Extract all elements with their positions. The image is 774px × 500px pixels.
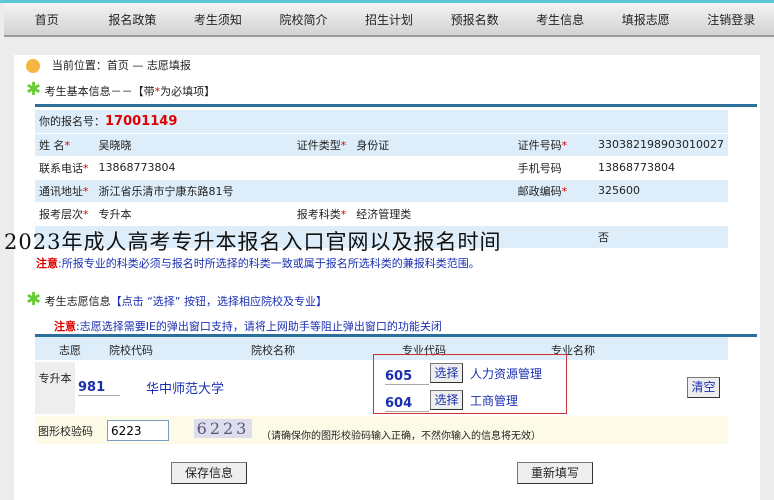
arrow-bullet-icon	[26, 58, 40, 73]
clear-button[interactable]: 清空	[687, 377, 720, 398]
school-code: 981	[78, 380, 120, 396]
reg-number: 你的报名号：17001149	[35, 110, 728, 134]
field-label: 报考科类*	[292, 202, 353, 226]
nav-item[interactable]: 考生信息	[517, 3, 603, 35]
overlay-title: 2023年成人高考专升本报名入口官网以及报名时间	[4, 230, 502, 254]
field-value: 吴晓晓	[94, 133, 293, 157]
nav-item[interactable]: 注销登录	[689, 3, 774, 35]
field-label: 证件号码*	[513, 133, 594, 157]
basic-info-title: ✱ 考生基本信息－－【带*为必填项】	[26, 79, 216, 100]
major-name-1: 人力资源管理	[470, 367, 543, 381]
note-popup: 注意:志愿选择需要IE的弹出窗口支持，请将上网助手等阻止弹出窗口的功能关闭	[54, 320, 442, 333]
field-label: 联系电话*	[35, 156, 95, 180]
field-value	[352, 156, 514, 180]
major-code-2: 604	[385, 396, 429, 412]
nav-item[interactable]: 考生须知	[175, 3, 261, 35]
note-subject: 注意:所报专业的科类必须与报名时所选择的科类一致或属于报名所选科类的兼报科类范围…	[36, 257, 480, 270]
field-value: 330382198903010027	[593, 133, 728, 157]
info-row: 通讯地址* 浙江省乐清市宁康东路81号 邮政编码* 325600	[35, 179, 728, 203]
field-label	[513, 202, 594, 226]
captcha-image[interactable]: 6223	[194, 419, 252, 438]
field-value: 13868773804	[94, 156, 293, 180]
choose-button-2[interactable]: 选择	[430, 390, 463, 410]
field-value: 经济管理类	[352, 202, 514, 226]
captcha-label: 图形校验码	[38, 425, 93, 438]
field-value: 浙江省乐清市宁康东路81号	[94, 179, 293, 203]
field-label: 手机号码	[513, 156, 594, 180]
field-label: 证件类型*	[292, 133, 353, 157]
major-code-1: 605	[385, 369, 429, 385]
field-label: 通讯地址*	[35, 179, 95, 203]
save-button[interactable]: 保存信息	[171, 462, 247, 484]
nav-item[interactable]: 招生计划	[346, 3, 432, 35]
field-label: 邮政编码*	[513, 179, 594, 203]
level-cell: 专升本	[35, 362, 75, 414]
wish-title: ✱ 考生志愿信息【点击 “选择” 按钮，选择相应院校及专业】	[26, 289, 327, 310]
nav-item[interactable]: 预报名数	[432, 3, 518, 35]
field-value: 身份证	[352, 133, 514, 157]
field-label	[513, 225, 594, 249]
choose-button-1[interactable]: 选择	[430, 363, 463, 383]
field-label: 报考层次*	[35, 202, 95, 226]
breadcrumb: 当前位置：首页 — 志愿填报	[26, 57, 191, 73]
info-row: 联系电话* 13868773804 手机号码 13868773804	[35, 156, 728, 180]
star-icon: ✱	[26, 79, 42, 100]
field-label: 姓 名*	[35, 133, 95, 157]
info-row: 报考层次* 专升本 报考科类* 经济管理类	[35, 202, 728, 226]
divider	[35, 104, 757, 107]
field-value	[593, 202, 728, 226]
captcha-input[interactable]	[107, 420, 169, 441]
major-name-2: 工商管理	[470, 394, 519, 408]
field-label	[292, 179, 353, 203]
main-nav: 首页 报名政策 考生须知 院校简介 招生计划 预报名数 考生信息 填报志愿 注销登录	[4, 3, 774, 37]
field-value: 专升本	[94, 202, 293, 226]
field-value: 13868773804	[593, 156, 728, 180]
nav-item[interactable]: 首页	[4, 3, 90, 35]
field-label	[292, 156, 353, 180]
nav-item[interactable]: 填报志愿	[603, 3, 689, 35]
nav-item[interactable]: 院校简介	[261, 3, 347, 35]
field-value: 否	[593, 225, 728, 249]
field-value	[352, 179, 514, 203]
reset-button[interactable]: 重新填写	[517, 462, 593, 484]
nav-item[interactable]: 报名政策	[90, 3, 176, 35]
info-row: 姓 名* 吴晓晓 证件类型* 身份证 证件号码* 330382198903010027	[35, 133, 728, 157]
captcha-hint: （请确保你的图形校验码输入正确，不然你输入的信息将无效）	[261, 431, 541, 442]
school-name: 华中师范大学	[146, 382, 225, 397]
field-value: 325600	[593, 179, 728, 203]
star-icon: ✱	[26, 289, 42, 310]
